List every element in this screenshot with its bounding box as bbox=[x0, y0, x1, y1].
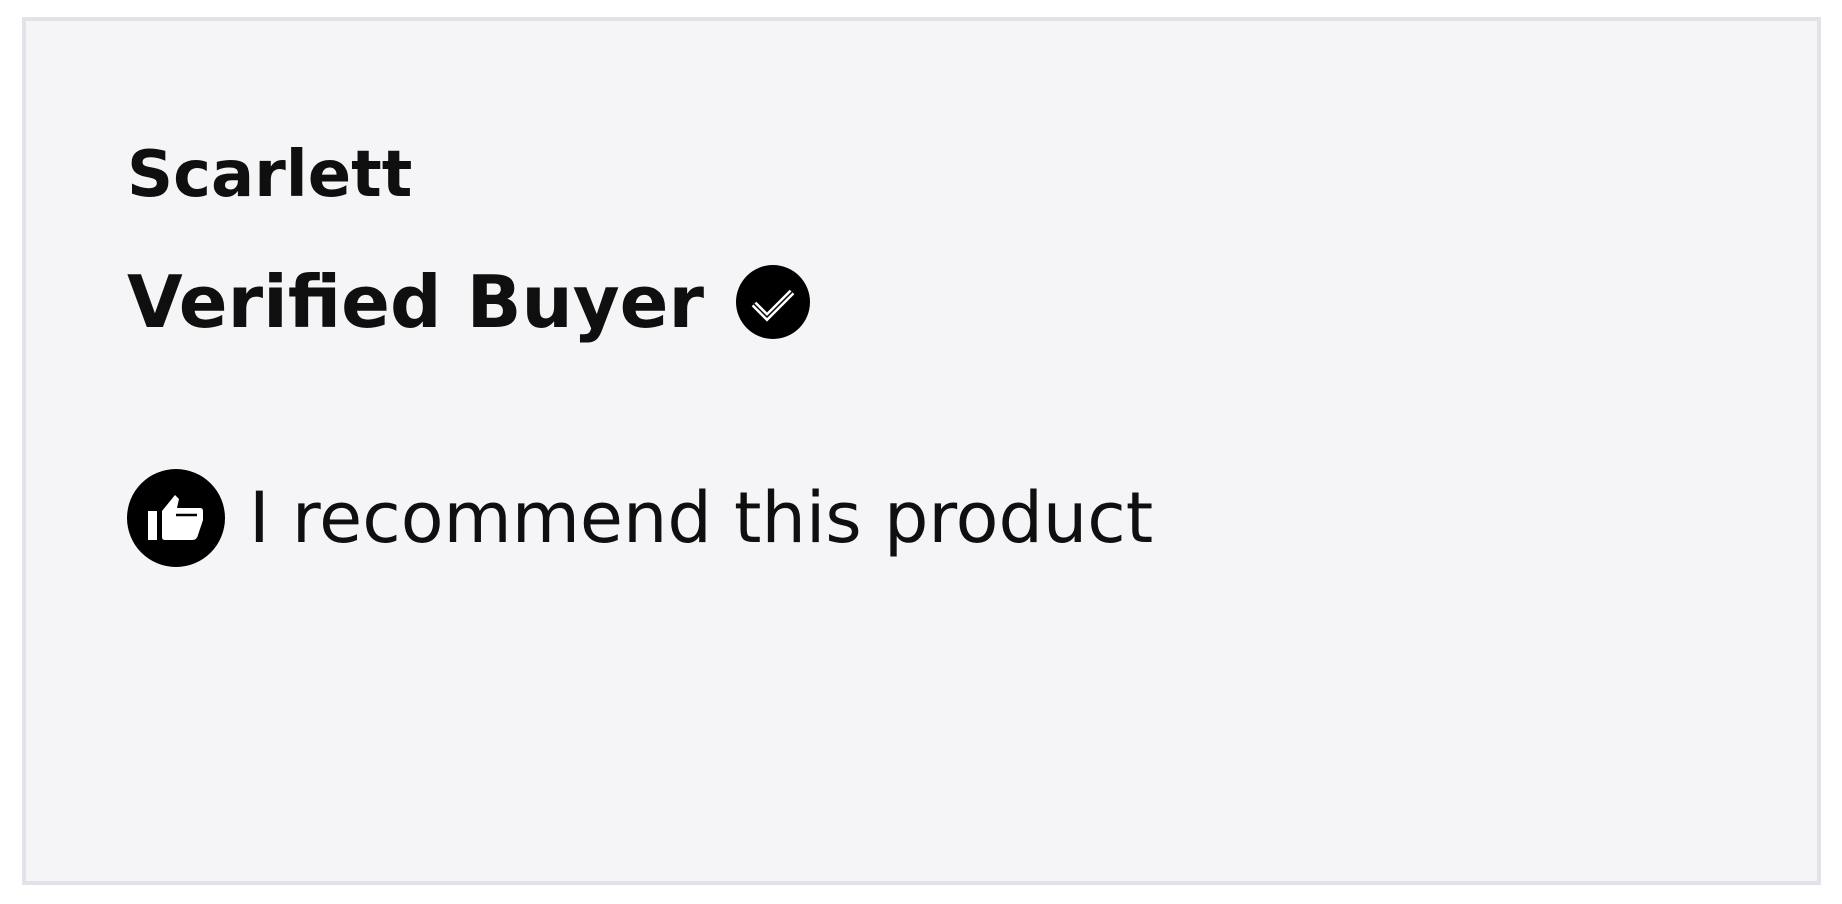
verified-buyer-label: Verified Buyer bbox=[127, 260, 705, 344]
review-card: Scarlett Verified Buyer I recommend this… bbox=[22, 17, 1821, 885]
verified-buyer-badge: Verified Buyer bbox=[127, 257, 811, 347]
recommendation: I recommend this product bbox=[127, 468, 1153, 568]
recommend-text: I recommend this product bbox=[249, 477, 1154, 559]
thumbs-up-icon bbox=[127, 469, 225, 567]
reviewer-name: Scarlett bbox=[127, 138, 413, 212]
check-circle-icon bbox=[736, 265, 811, 339]
